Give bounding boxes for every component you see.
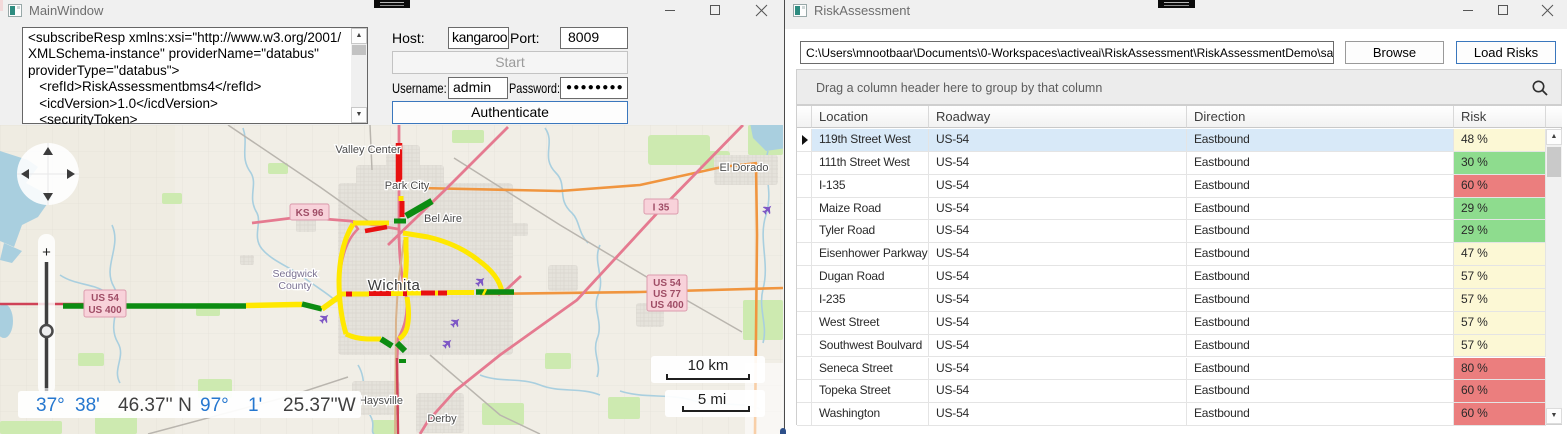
svg-text:County: County (278, 280, 312, 292)
svg-text:I 35: I 35 (653, 203, 670, 214)
svg-text:25.37''W: 25.37''W (283, 395, 356, 416)
svg-text:37°: 37° (36, 395, 65, 416)
svg-text:US 400: US 400 (650, 300, 684, 311)
svg-text:US 54: US 54 (91, 293, 119, 304)
svg-text:US 77: US 77 (653, 289, 681, 300)
svg-text:El Dorado: El Dorado (720, 162, 769, 174)
svg-text:Wichita: Wichita (368, 277, 421, 294)
svg-text:Park City: Park City (385, 180, 430, 192)
svg-text:KS 96: KS 96 (296, 208, 324, 219)
svg-text:Derby: Derby (427, 413, 457, 425)
svg-text:Bel Aire: Bel Aire (424, 213, 462, 225)
svg-text:Valley Center: Valley Center (335, 144, 401, 156)
svg-text:+: + (42, 244, 51, 261)
svg-text:97°: 97° (200, 395, 229, 416)
svg-text:Sedgwick: Sedgwick (273, 268, 319, 280)
svg-text:US 400: US 400 (88, 305, 122, 316)
svg-text:1': 1' (248, 395, 262, 416)
svg-text:US 54: US 54 (653, 278, 681, 289)
svg-text:10 km: 10 km (688, 357, 729, 374)
svg-text:Haysville: Haysville (359, 395, 403, 407)
svg-text:46.37'' N: 46.37'' N (118, 395, 192, 416)
svg-text:38': 38' (75, 395, 100, 416)
svg-text:5 mi: 5 mi (698, 391, 726, 408)
